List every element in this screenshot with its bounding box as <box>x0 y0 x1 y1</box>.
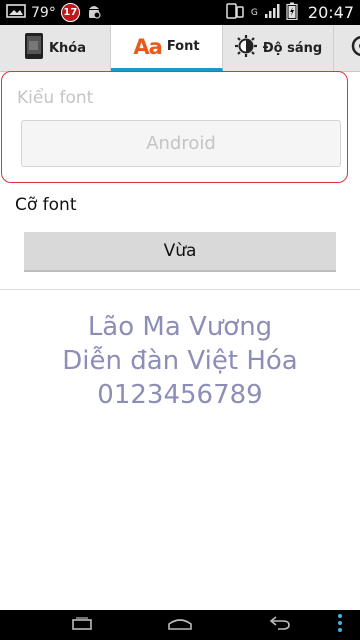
preview-line: Lão Ma Vương <box>87 312 273 342</box>
font-preview: Lão Ma Vương Diễn đàn Việt Hóa 012345678… <box>0 310 360 412</box>
font-size-button[interactable]: Vừa <box>24 232 336 272</box>
font-style-label: Kiểu font <box>17 88 94 108</box>
navigation-bar <box>0 610 360 640</box>
gallery-icon <box>6 3 26 23</box>
brightness-icon <box>234 34 258 62</box>
overflow-tab-icon <box>350 34 360 62</box>
temperature-text: 79° <box>31 4 56 21</box>
divider <box>0 289 360 290</box>
tab-font[interactable]: Aa Font <box>111 25 223 71</box>
back-icon <box>268 615 292 635</box>
battery-icon <box>286 2 298 24</box>
signal-icon <box>264 3 280 23</box>
menu-button[interactable] <box>328 610 352 640</box>
tab-lock-label: Khóa <box>48 40 87 56</box>
status-bar: 79° 17 G 20:47 <box>0 0 360 25</box>
font-size-label: Cỡ font <box>15 195 77 215</box>
tab-lock[interactable]: Khóa <box>0 25 111 71</box>
font-style-button[interactable]: Android <box>21 120 341 167</box>
notification-badge: 17 <box>60 3 80 22</box>
preview-line: 0123456789 <box>97 380 263 410</box>
tab-brightness-label: Độ sáng <box>262 40 323 56</box>
back-button[interactable] <box>258 610 302 640</box>
recent-apps-icon <box>70 616 94 635</box>
tab-brightness[interactable]: Độ sáng <box>223 25 334 71</box>
android-settings-icon <box>85 2 103 24</box>
screen-mirror-icon <box>225 2 245 24</box>
clock: 20:47 <box>307 3 354 22</box>
home-icon <box>167 616 193 635</box>
preview-line: Diễn đàn Việt Hóa <box>62 346 298 376</box>
menu-dots-icon <box>337 613 343 637</box>
font-aa-icon: Aa <box>133 34 162 59</box>
network-letter: G <box>250 7 258 18</box>
recent-apps-button[interactable] <box>60 610 104 640</box>
tab-font-label: Font <box>166 39 200 54</box>
font-style-section: Kiểu font Android <box>1 71 348 183</box>
tab-bar: Khóa Aa Font Độ sáng <box>0 25 360 72</box>
home-button[interactable] <box>158 610 202 640</box>
tab-overflow[interactable] <box>334 25 360 71</box>
lock-phone-icon <box>24 32 44 64</box>
